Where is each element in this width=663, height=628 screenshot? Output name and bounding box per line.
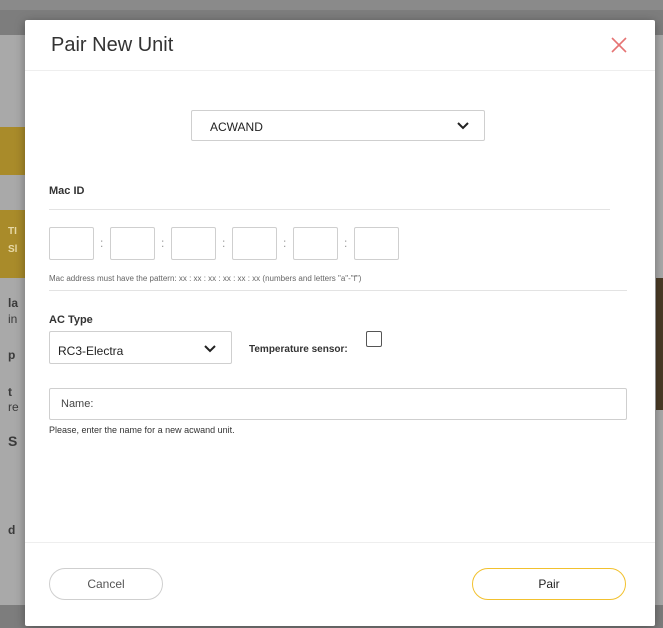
background-accent-block: [0, 127, 25, 175]
mac-separator: :: [100, 236, 104, 250]
mac-octet-1-input[interactable]: [49, 227, 94, 260]
ac-type-select[interactable]: RC3-Electra: [49, 331, 232, 364]
mac-id-label: Mac ID: [49, 185, 85, 197]
cancel-button[interactable]: Cancel: [49, 568, 163, 600]
mac-octet-5-input[interactable]: [293, 227, 338, 260]
background-text: in: [8, 312, 18, 326]
background-text: la: [8, 296, 19, 310]
dialog-title: Pair New Unit: [51, 34, 174, 56]
mac-separator: :: [222, 236, 226, 250]
background-text: TI: [8, 226, 17, 237]
unit-name-hint: Please, enter the name for a new acwand …: [49, 425, 235, 435]
background-top-bar: [0, 0, 663, 10]
mac-octet-2-input[interactable]: [110, 227, 155, 260]
unit-name-input[interactable]: [49, 388, 627, 420]
background-text: S: [8, 433, 18, 449]
mac-octet-6-input[interactable]: [354, 227, 399, 260]
chevron-down-icon: [457, 122, 469, 130]
temperature-sensor-checkbox[interactable]: [366, 331, 382, 347]
mac-separator: :: [344, 236, 348, 250]
background-text: Sl: [8, 244, 18, 255]
mac-separator: :: [161, 236, 165, 250]
divider: [49, 209, 610, 210]
dialog-footer-divider: [25, 542, 655, 543]
dialog-header: Pair New Unit: [25, 20, 655, 71]
background-text: t: [8, 385, 12, 399]
background-right-image: [656, 278, 663, 410]
mac-octet-4-input[interactable]: [232, 227, 277, 260]
close-button[interactable]: [608, 34, 630, 56]
divider: [49, 290, 627, 291]
pair-button[interactable]: Pair: [472, 568, 626, 600]
background-text: re: [8, 400, 19, 414]
mac-hint: Mac address must have the pattern: xx : …: [49, 274, 362, 283]
close-icon: [611, 37, 627, 53]
ac-type-value: RC3-Electra: [58, 344, 124, 358]
mac-octet-3-input[interactable]: [171, 227, 216, 260]
mac-separator: :: [283, 236, 287, 250]
background-text: d: [8, 523, 16, 537]
device-type-select[interactable]: ACWAND: [191, 110, 485, 141]
background-text: p: [8, 348, 16, 362]
ac-type-label: AC Type: [49, 314, 93, 326]
pair-unit-dialog: Pair New Unit ACWAND Mac ID : : : : : Ma…: [25, 20, 655, 626]
temperature-sensor-label: Temperature sensor:: [249, 344, 348, 355]
chevron-down-icon: [204, 345, 216, 353]
device-type-value: ACWAND: [210, 120, 263, 134]
